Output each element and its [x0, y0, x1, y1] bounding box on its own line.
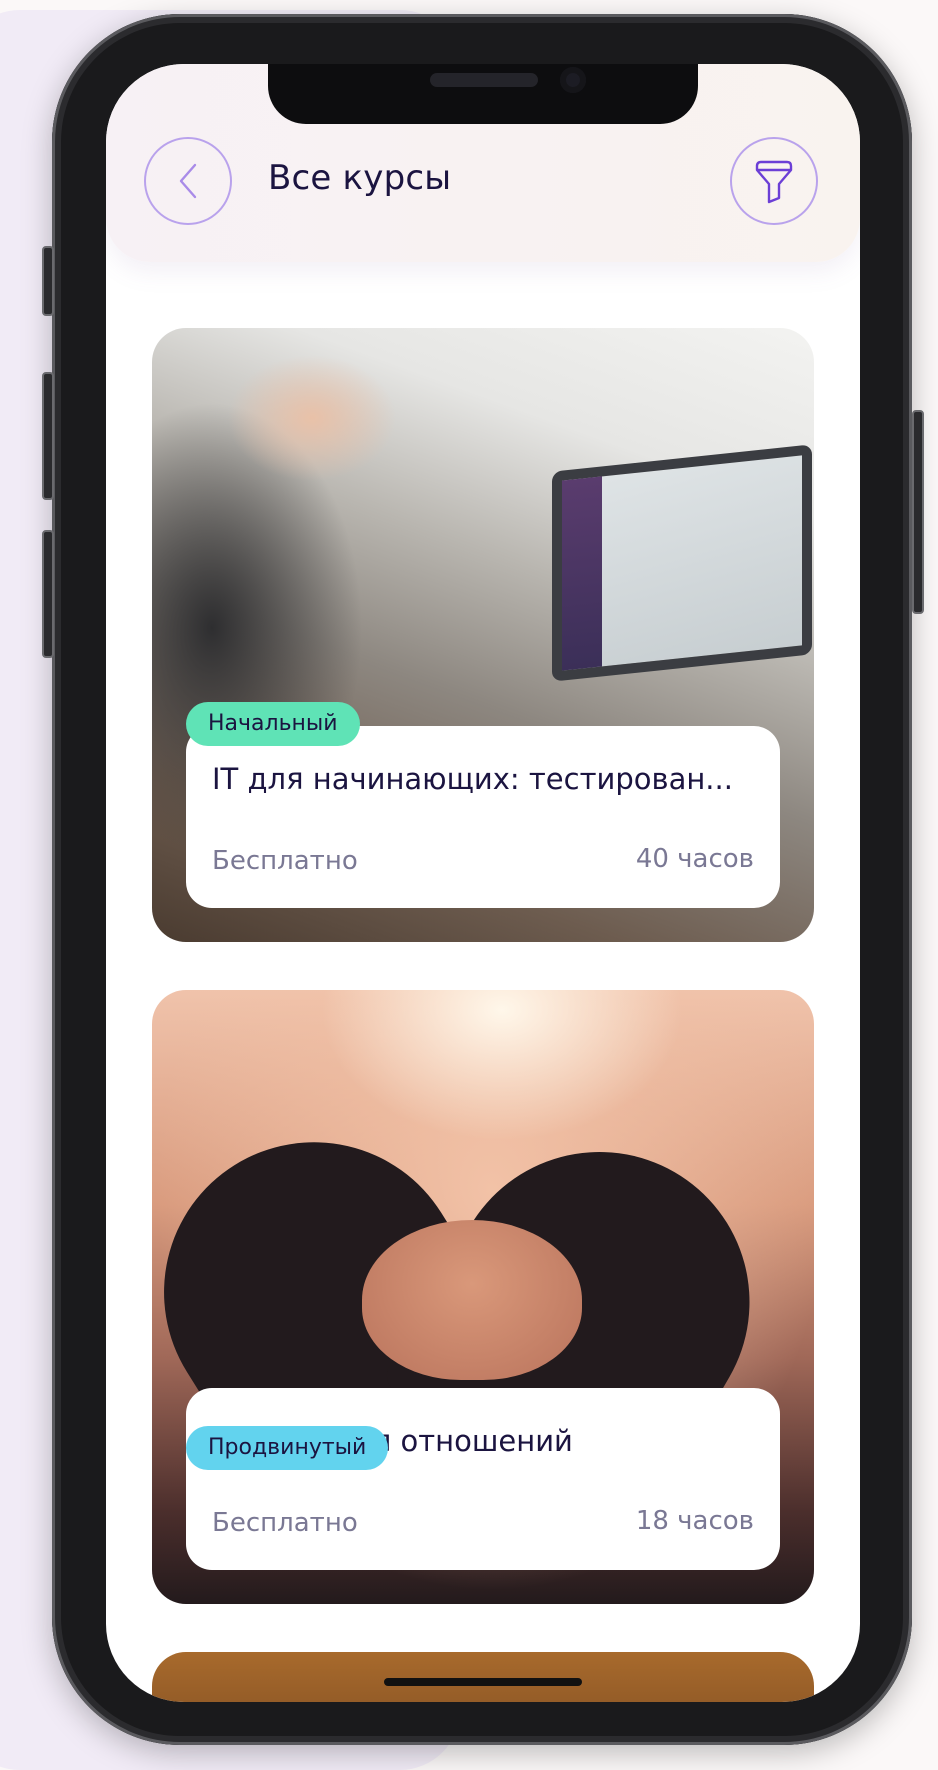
course-price: Бесплатно: [212, 846, 358, 876]
app-screen: Все курсы Начальный IT для начинающих: т…: [106, 64, 860, 1702]
course-card[interactable]: Продвинутый Психология отношений Бесплат…: [152, 990, 814, 1604]
home-indicator: [384, 1678, 582, 1686]
volume-up-button: [42, 372, 54, 500]
course-price: Бесплатно: [212, 1508, 358, 1538]
chevron-left-icon: [179, 163, 197, 199]
course-duration: 18 часов: [635, 1506, 754, 1536]
course-info-panel: Психология отношений Бесплатно 18 часов: [186, 1388, 780, 1570]
course-duration: 40 часов: [635, 844, 754, 874]
back-button[interactable]: [144, 137, 232, 225]
speaker-grille: [430, 73, 538, 87]
course-info-panel: IT для начинающих: тестирован... Бесплат…: [186, 726, 780, 908]
front-camera: [560, 67, 586, 93]
heart-shape: [362, 1220, 582, 1380]
course-card[interactable]: [152, 1652, 814, 1702]
filter-button[interactable]: [730, 137, 818, 225]
mute-switch: [42, 246, 54, 316]
course-title: IT для начинающих: тестирован...: [212, 762, 733, 796]
power-button: [912, 410, 924, 614]
laptop-illustration: [552, 444, 812, 682]
volume-down-button: [42, 530, 54, 658]
level-badge: Начальный: [186, 702, 360, 746]
level-badge: Продвинутый: [186, 1426, 389, 1470]
notch: [268, 64, 698, 124]
course-card[interactable]: Начальный IT для начинающих: тестирован.…: [152, 328, 814, 942]
filter-icon: [755, 160, 793, 204]
course-image-partial: [152, 1652, 814, 1702]
page-title: Все курсы: [268, 158, 452, 198]
